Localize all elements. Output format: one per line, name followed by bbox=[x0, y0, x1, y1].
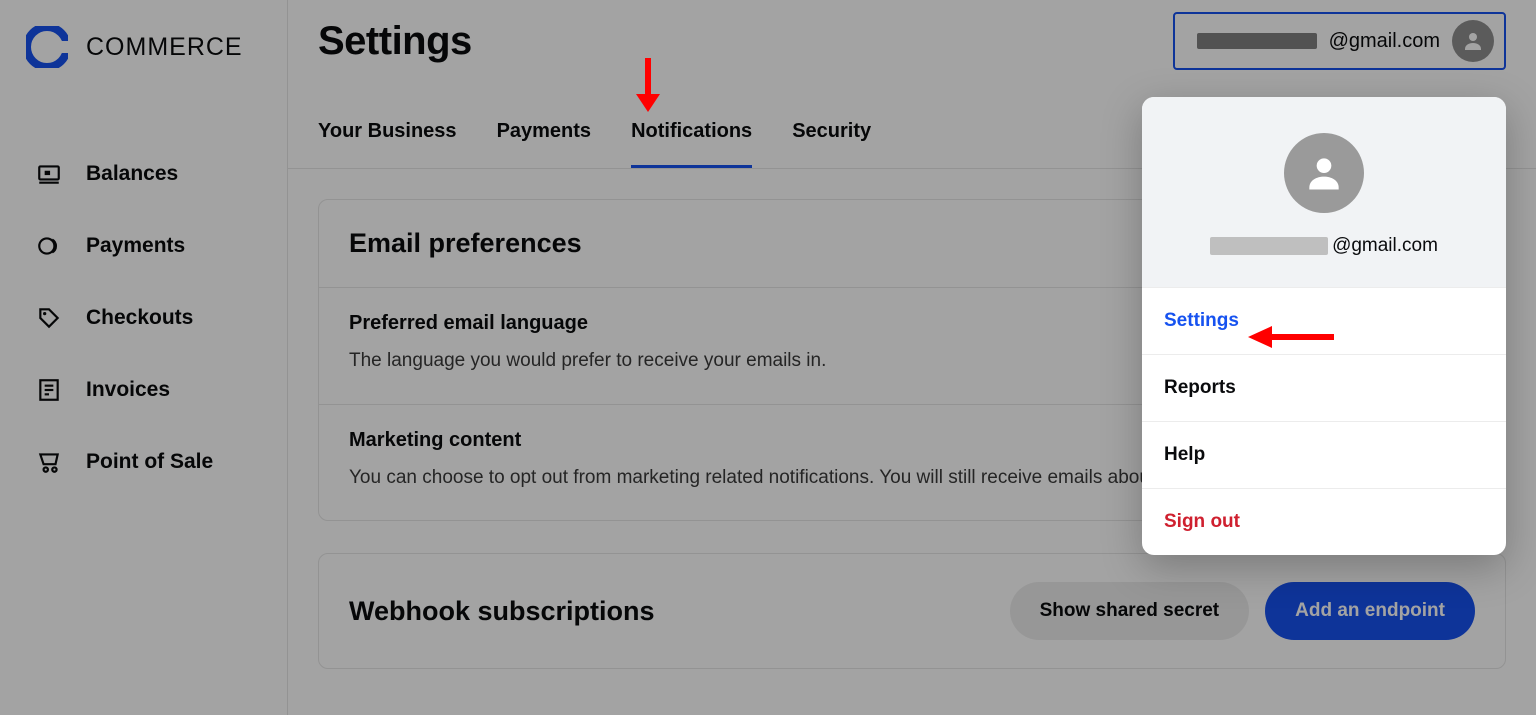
account-button[interactable]: @gmail.com bbox=[1173, 12, 1506, 70]
dropdown-email: @gmail.com bbox=[1210, 235, 1438, 257]
avatar-icon bbox=[1452, 20, 1494, 62]
checkouts-icon bbox=[36, 305, 62, 331]
app-root: COMMERCE Balances Payments Checkouts bbox=[0, 0, 1536, 715]
tab-your-business[interactable]: Your Business bbox=[318, 90, 457, 168]
show-shared-secret-button[interactable]: Show shared secret bbox=[1010, 582, 1250, 640]
nav-label: Checkouts bbox=[86, 306, 193, 330]
nav-label: Balances bbox=[86, 162, 178, 186]
sidebar-item-payments[interactable]: Payments bbox=[0, 210, 287, 282]
sidebar-item-checkouts[interactable]: Checkouts bbox=[0, 282, 287, 354]
account-dropdown: @gmail.com Settings Reports Help Sign ou… bbox=[1142, 97, 1506, 555]
nav-label: Point of Sale bbox=[86, 450, 213, 474]
dropdown-item-settings[interactable]: Settings bbox=[1142, 287, 1506, 354]
email-suffix: @gmail.com bbox=[1332, 235, 1438, 257]
tab-payments[interactable]: Payments bbox=[497, 90, 592, 168]
webhook-header: Webhook subscriptions Show shared secret… bbox=[319, 554, 1505, 668]
email-redacted bbox=[1197, 33, 1317, 49]
nav-label: Invoices bbox=[86, 378, 170, 402]
sidebar-item-balances[interactable]: Balances bbox=[0, 138, 287, 210]
pos-icon bbox=[36, 449, 62, 475]
avatar-icon bbox=[1284, 133, 1364, 213]
sidebar-nav: Balances Payments Checkouts Invoices bbox=[0, 138, 287, 498]
add-endpoint-button[interactable]: Add an endpoint bbox=[1265, 582, 1475, 640]
webhook-card: Webhook subscriptions Show shared secret… bbox=[318, 553, 1506, 669]
nav-label: Payments bbox=[86, 234, 185, 258]
main-header: Settings @gmail.com bbox=[288, 0, 1536, 90]
sidebar-item-invoices[interactable]: Invoices bbox=[0, 354, 287, 426]
dropdown-item-signout[interactable]: Sign out bbox=[1142, 488, 1506, 555]
card-title: Webhook subscriptions bbox=[349, 596, 655, 627]
tab-security[interactable]: Security bbox=[792, 90, 871, 168]
email-suffix: @gmail.com bbox=[1329, 30, 1440, 53]
coinbase-logo-icon bbox=[26, 26, 68, 68]
dropdown-item-reports[interactable]: Reports bbox=[1142, 354, 1506, 421]
dropdown-item-help[interactable]: Help bbox=[1142, 421, 1506, 488]
sidebar: COMMERCE Balances Payments Checkouts bbox=[0, 0, 287, 715]
balances-icon bbox=[36, 161, 62, 187]
payments-icon bbox=[36, 233, 62, 259]
invoices-icon bbox=[36, 377, 62, 403]
webhook-actions: Show shared secret Add an endpoint bbox=[1010, 582, 1475, 640]
page-title: Settings bbox=[318, 19, 472, 64]
tab-notifications[interactable]: Notifications bbox=[631, 90, 752, 168]
brand[interactable]: COMMERCE bbox=[0, 16, 287, 92]
email-redacted bbox=[1210, 237, 1328, 255]
dropdown-header: @gmail.com bbox=[1142, 97, 1506, 287]
sidebar-item-pos[interactable]: Point of Sale bbox=[0, 426, 287, 498]
brand-name: COMMERCE bbox=[86, 33, 243, 62]
